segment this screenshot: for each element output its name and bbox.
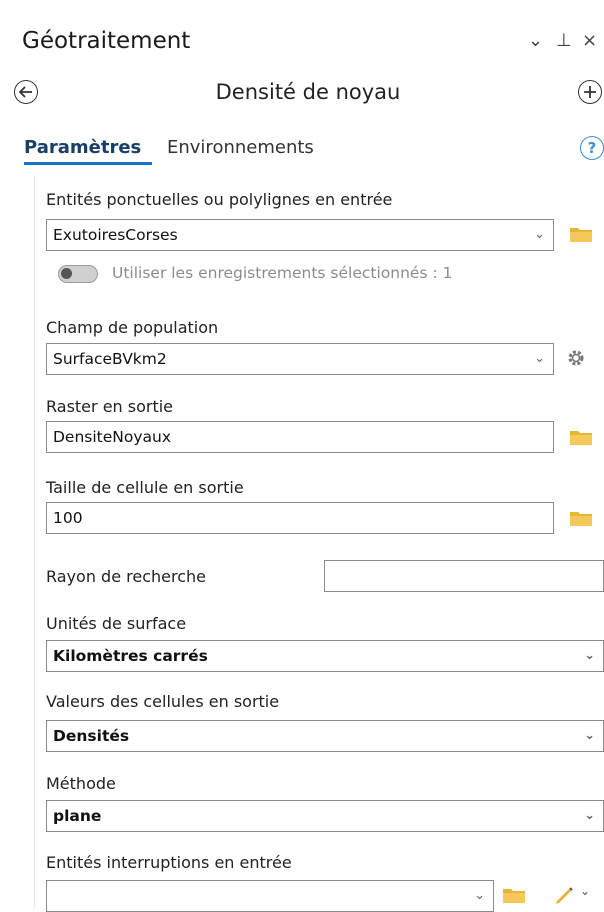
barriers-dropdown[interactable]: ⌄ (46, 880, 494, 912)
toggle-knob (61, 268, 72, 279)
tab-parameters[interactable]: Paramètres (24, 137, 141, 158)
chevron-down-icon: ⌄ (584, 648, 595, 663)
output-values-value: Densités (53, 727, 130, 745)
output-raster-label: Raster en sortie (46, 397, 174, 416)
output-values-label: Valeurs des cellules en sortie (46, 692, 280, 711)
chevron-down-icon: ⌄ (474, 888, 485, 903)
area-units-value: Kilomètres carrés (53, 647, 208, 665)
output-values-dropdown[interactable]: Densités ⌄ (46, 720, 604, 752)
help-icon[interactable]: ? (580, 136, 604, 160)
output-raster-input[interactable]: DensiteNoyaux (46, 421, 554, 453)
pane-title: Géotraitement (22, 28, 191, 54)
population-field-label: Champ de population (46, 318, 219, 337)
chevron-down-icon: ⌄ (534, 227, 545, 242)
method-value: plane (53, 807, 102, 825)
barriers-label: Entités interruptions en entrée (46, 853, 292, 872)
area-units-label: Unités de surface (46, 614, 187, 633)
area-units-dropdown[interactable]: Kilomètres carrés ⌄ (46, 640, 604, 672)
pin-icon[interactable]: ⊥ (556, 30, 572, 51)
input-features-label: Entités ponctuelles ou polylignes en ent… (46, 190, 393, 209)
folder-icon[interactable] (569, 428, 593, 446)
folder-icon[interactable] (569, 225, 593, 243)
folder-icon[interactable] (502, 886, 526, 904)
close-icon[interactable]: × (582, 30, 597, 51)
add-button[interactable] (578, 80, 602, 104)
chevron-down-icon[interactable]: ⌄ (528, 30, 543, 51)
chevron-down-icon: ⌄ (534, 351, 545, 366)
output-raster-value: DensiteNoyaux (53, 428, 172, 446)
chevron-down-icon: ⌄ (584, 808, 595, 823)
use-selected-records-toggle[interactable] (58, 265, 98, 283)
cell-size-value: 100 (53, 509, 83, 527)
population-field-dropdown[interactable]: SurfaceBVkm2 ⌄ (46, 343, 554, 375)
method-dropdown[interactable]: plane ⌄ (46, 800, 604, 832)
folder-icon[interactable] (569, 509, 593, 527)
gear-icon[interactable] (565, 347, 587, 369)
tab-environments[interactable]: Environnements (167, 137, 314, 158)
search-radius-input[interactable] (324, 560, 604, 592)
cell-size-label: Taille de cellule en sortie (46, 478, 244, 497)
tab-underline (24, 162, 152, 165)
use-selected-records-label: Utiliser les enregistrements sélectionné… (112, 264, 453, 282)
input-features-value: ExutoiresCorses (53, 226, 178, 244)
method-label: Méthode (46, 774, 116, 793)
plus-circle-icon (584, 86, 596, 98)
sketch-pencil-icon[interactable] (552, 884, 576, 906)
population-field-value: SurfaceBVkm2 (53, 350, 167, 368)
input-features-dropdown[interactable]: ExutoiresCorses ⌄ (46, 219, 554, 251)
chevron-down-icon: ⌄ (584, 728, 595, 743)
geoprocessing-pane: Géotraitement ⌄ ⊥ × Densité de noyau Par… (12, 0, 604, 912)
search-radius-label: Rayon de recherche (46, 567, 206, 586)
parameter-panel-edge (34, 175, 35, 909)
cell-size-input[interactable]: 100 (46, 502, 554, 534)
chevron-down-icon[interactable]: ⌄ (580, 884, 590, 898)
tool-title: Densité de noyau (215, 80, 401, 104)
